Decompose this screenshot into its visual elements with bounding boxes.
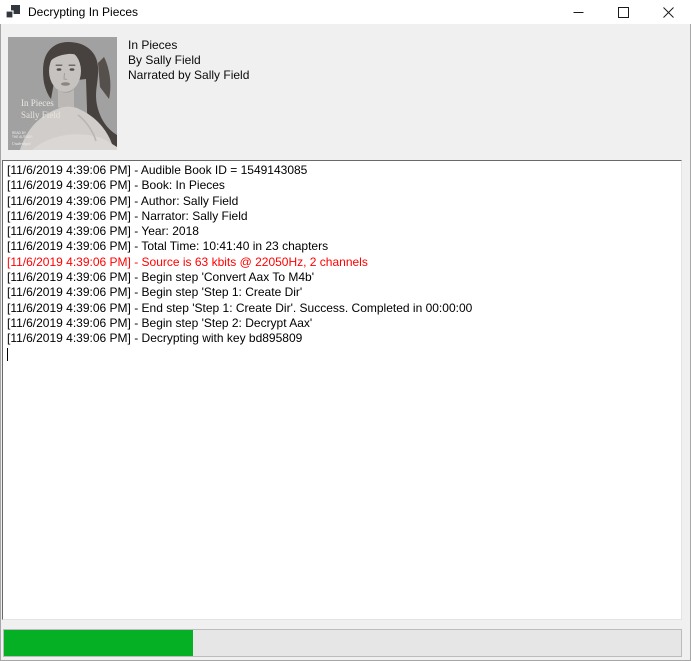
info-title: In Pieces: [128, 38, 249, 53]
log-line: [11/6/2019 4:39:06 PM] - Audible Book ID…: [7, 163, 678, 178]
close-icon: [663, 7, 674, 18]
window-controls: [556, 0, 691, 24]
log-line: [11/6/2019 4:39:06 PM] - End step 'Step …: [7, 301, 678, 316]
log-line: [11/6/2019 4:39:06 PM] - Decrypting with…: [7, 331, 678, 346]
titlebar[interactable]: Decrypting In Pieces: [0, 0, 691, 24]
log-line: [11/6/2019 4:39:06 PM] - Begin step 'Ste…: [7, 316, 678, 331]
text-caret: [7, 348, 8, 361]
log-output[interactable]: [11/6/2019 4:39:06 PM] - Audible Book ID…: [2, 160, 682, 620]
progress-fill: [4, 630, 193, 656]
close-button[interactable]: [646, 0, 691, 24]
log-line: [11/6/2019 4:39:06 PM] - Total Time: 10:…: [7, 239, 678, 254]
book-info: In Pieces By Sally Field Narrated by Sal…: [128, 38, 249, 83]
window-title: Decrypting In Pieces: [28, 5, 138, 19]
minimize-button[interactable]: [556, 0, 601, 24]
cover-title: In Pieces: [21, 98, 54, 108]
cover-author: Sally Field: [21, 110, 61, 120]
minimize-icon: [573, 7, 584, 18]
progress-bar: [3, 629, 682, 657]
log-line: [11/6/2019 4:39:06 PM] - Book: In Pieces: [7, 178, 678, 193]
cover-read-by-line2: THE AUTHOR: [12, 135, 33, 139]
maximize-icon: [618, 7, 629, 18]
cover-image: In Pieces Sally Field READ BY THE AUTHOR…: [8, 37, 117, 150]
log-line: [11/6/2019 4:39:06 PM] - Source is 63 kb…: [7, 255, 678, 270]
maximize-button[interactable]: [601, 0, 646, 24]
log-line: [11/6/2019 4:39:06 PM] - Year: 2018: [7, 224, 678, 239]
info-author: By Sally Field: [128, 53, 249, 68]
log-line: [11/6/2019 4:39:06 PM] - Narrator: Sally…: [7, 209, 678, 224]
log-line: [11/6/2019 4:39:06 PM] - Author: Sally F…: [7, 194, 678, 209]
log-line: [11/6/2019 4:39:06 PM] - Begin step 'Con…: [7, 270, 678, 285]
caret-line: [7, 347, 678, 362]
app-window: Decrypting In Pieces: [0, 0, 691, 661]
cover-unabridged: Unabridged: [12, 142, 30, 146]
log-line: [11/6/2019 4:39:06 PM] - Begin step 'Ste…: [7, 285, 678, 300]
app-icon[interactable]: [6, 5, 20, 19]
info-narrator: Narrated by Sally Field: [128, 68, 249, 83]
